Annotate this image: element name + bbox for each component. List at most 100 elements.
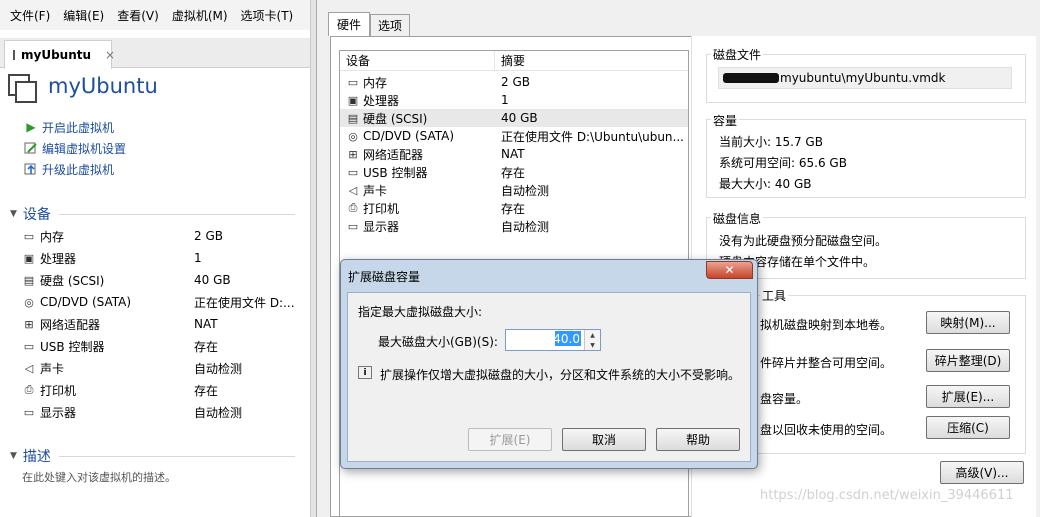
cpu-icon: ▣ bbox=[347, 93, 359, 107]
collapse-arrow-icon: ▼ bbox=[10, 451, 17, 461]
device-row[interactable]: ▭ 显示器 自动检测 bbox=[340, 217, 688, 235]
network-icon: ⊞ bbox=[24, 317, 34, 331]
dialog-title: 扩展磁盘容量 bbox=[348, 270, 421, 284]
info-icon: i bbox=[358, 366, 372, 379]
display-icon: ▭ bbox=[347, 219, 359, 233]
spin-up-icon[interactable]: ▲ bbox=[584, 330, 600, 340]
play-icon: ▶ bbox=[26, 120, 36, 134]
current-size: 当前大小: 15.7 GB bbox=[719, 135, 823, 149]
tab-options[interactable]: 选项 bbox=[370, 14, 410, 36]
power-on-action[interactable]: ▶ 开启此虚拟机 bbox=[24, 117, 114, 137]
edit-settings-action[interactable]: 编辑虚拟机设置 bbox=[24, 138, 126, 158]
hardware-row[interactable]: ▣ 处理器 1 bbox=[22, 247, 310, 269]
dialog-prompt: 指定最大虚拟磁盘大小: bbox=[358, 305, 483, 319]
memory-icon: ▭ bbox=[347, 75, 359, 89]
collapse-arrow-icon: ▼ bbox=[10, 209, 17, 219]
hardware-row[interactable]: ▭ 显示器 自动检测 bbox=[22, 401, 310, 423]
harddisk-icon: ▤ bbox=[347, 111, 359, 125]
advanced-button[interactable]: 高级(V)... bbox=[940, 461, 1024, 484]
upgrade-vm-label: 升级此虚拟机 bbox=[42, 162, 115, 177]
edit-settings-icon bbox=[24, 141, 38, 155]
usb-icon: ▭ bbox=[23, 339, 35, 353]
dialog-close-button[interactable]: ✕ bbox=[706, 261, 753, 279]
printer-icon: ⎙ bbox=[348, 201, 358, 214]
device-row[interactable]: ▭ 内存 2 GB bbox=[340, 73, 688, 91]
vm-icon bbox=[13, 50, 15, 60]
menu-file[interactable]: 文件(F) bbox=[10, 7, 50, 24]
tab-myubuntu[interactable]: myUbuntu × bbox=[4, 40, 115, 69]
available-space: 系统可用空间: 65.6 GB bbox=[719, 156, 847, 170]
dialog-help-button[interactable]: 帮助 bbox=[656, 428, 740, 451]
devices-section-header[interactable]: ▼ 设备 bbox=[10, 204, 295, 224]
edit-settings-label: 编辑虚拟机设置 bbox=[42, 141, 127, 156]
tab-label: myUbuntu bbox=[21, 48, 92, 62]
hardware-row[interactable]: ⎙ 打印机 存在 bbox=[22, 379, 310, 401]
device-row[interactable]: ◎ CD/DVD (SATA) 正在使用文件 D:\Ubuntu\ubun... bbox=[340, 127, 688, 145]
compact-button[interactable]: 压缩(C) bbox=[926, 416, 1010, 439]
sound-icon: ◁ bbox=[24, 361, 34, 375]
menu-bar: 文件(F) 编辑(E) 查看(V) 虚拟机(M) 选项卡(T) bbox=[0, 0, 312, 30]
vm-large-icon bbox=[8, 74, 37, 103]
spin-down-icon[interactable]: ▼ bbox=[584, 340, 600, 350]
disk-info-line1: 没有为此硬盘预分配磁盘空间。 bbox=[719, 234, 888, 248]
cdrom-icon: ◎ bbox=[348, 129, 358, 143]
menu-view[interactable]: 查看(V) bbox=[117, 7, 159, 24]
map-description: 拟机磁盘映射到本地卷。 bbox=[760, 318, 893, 332]
redacted-path bbox=[723, 73, 779, 83]
summary-column-header[interactable]: 摘要 bbox=[495, 52, 525, 69]
device-list-header: 设备 摘要 bbox=[340, 51, 688, 71]
disk-info-label: 磁盘信息 bbox=[711, 210, 764, 227]
utilities-label: 工具 bbox=[760, 287, 789, 304]
device-row[interactable]: ⎙ 打印机 存在 bbox=[340, 199, 688, 217]
expand-description: 盘容量。 bbox=[760, 392, 809, 406]
cpu-icon: ▣ bbox=[23, 251, 35, 265]
menu-vm[interactable]: 虚拟机(M) bbox=[172, 7, 228, 24]
description-section-header[interactable]: ▼ 描述 bbox=[10, 446, 295, 466]
device-row[interactable]: ⊞ 网络适配器 NAT bbox=[340, 145, 688, 163]
upgrade-icon bbox=[24, 162, 38, 176]
menu-edit[interactable]: 编辑(E) bbox=[63, 7, 104, 24]
hardware-row[interactable]: ▭ 内存 2 GB bbox=[22, 225, 310, 247]
defrag-button[interactable]: 碎片整理(D) bbox=[926, 349, 1010, 372]
disk-file-path: myubuntu\myUbuntu.vmdk bbox=[780, 71, 946, 85]
description-placeholder[interactable]: 在此处键入对该虚拟机的描述。 bbox=[22, 469, 176, 485]
hardware-row[interactable]: ◁ 声卡 自动检测 bbox=[22, 357, 310, 379]
device-row[interactable]: ◁ 声卡 自动检测 bbox=[340, 181, 688, 199]
harddisk-icon: ▤ bbox=[23, 273, 35, 287]
sound-icon: ◁ bbox=[348, 183, 358, 197]
power-on-label: 开启此虚拟机 bbox=[42, 120, 115, 135]
usb-icon: ▭ bbox=[347, 165, 359, 179]
compact-description: 盘以回收未使用的空间。 bbox=[760, 423, 893, 437]
description-section-title: 描述 bbox=[22, 449, 51, 465]
upgrade-vm-action[interactable]: 升级此虚拟机 bbox=[24, 159, 114, 179]
hardware-row[interactable]: ◎ CD/DVD (SATA) 正在使用文件 D:... bbox=[22, 291, 310, 313]
expand-utility-button[interactable]: 扩展(E)... bbox=[926, 385, 1010, 408]
hardware-row[interactable]: ▤ 硬盘 (SCSI) 40 GB bbox=[22, 269, 310, 291]
dialog-cancel-button[interactable]: 取消 bbox=[562, 428, 646, 451]
dialog-info-text: 扩展操作仅增大虚拟磁盘的大小，分区和文件系统的大小不受影响。 bbox=[380, 368, 741, 382]
cdrom-icon: ◎ bbox=[24, 295, 34, 309]
capacity-label: 容量 bbox=[711, 112, 740, 129]
disk-file-field[interactable]: myubuntu\myUbuntu.vmdk bbox=[718, 67, 1012, 89]
map-button[interactable]: 映射(M)... bbox=[926, 311, 1010, 334]
device-row[interactable]: ▭ USB 控制器 存在 bbox=[340, 163, 688, 181]
max-size-label: 最大磁盘大小(GB)(S): bbox=[378, 335, 498, 349]
dialog-expand-button[interactable]: 扩展(E) bbox=[468, 428, 552, 451]
hardware-row[interactable]: ▭ USB 控制器 存在 bbox=[22, 335, 310, 357]
defrag-description: 件碎片并整合可用空间。 bbox=[760, 356, 893, 370]
menu-tabs[interactable]: 选项卡(T) bbox=[241, 7, 294, 24]
tab-hardware[interactable]: 硬件 bbox=[328, 12, 370, 36]
close-tab-icon[interactable]: × bbox=[105, 48, 115, 62]
watermark-text: https://blog.csdn.net/weixin_39446611 bbox=[760, 488, 1014, 503]
max-size: 最大大小: 40 GB bbox=[719, 177, 812, 191]
device-row-selected[interactable]: ▤ 硬盘 (SCSI) 40 GB bbox=[340, 109, 688, 127]
display-icon: ▭ bbox=[23, 405, 35, 419]
device-row[interactable]: ▣ 处理器 1 bbox=[340, 91, 688, 109]
memory-icon: ▭ bbox=[23, 229, 35, 243]
device-column-header[interactable]: 设备 bbox=[340, 51, 495, 70]
vm-title: myUbuntu bbox=[48, 74, 158, 98]
max-size-value[interactable]: 40.0 bbox=[553, 331, 581, 346]
network-icon: ⊞ bbox=[348, 147, 358, 161]
printer-icon: ⎙ bbox=[24, 383, 34, 396]
hardware-row[interactable]: ⊞ 网络适配器 NAT bbox=[22, 313, 310, 335]
